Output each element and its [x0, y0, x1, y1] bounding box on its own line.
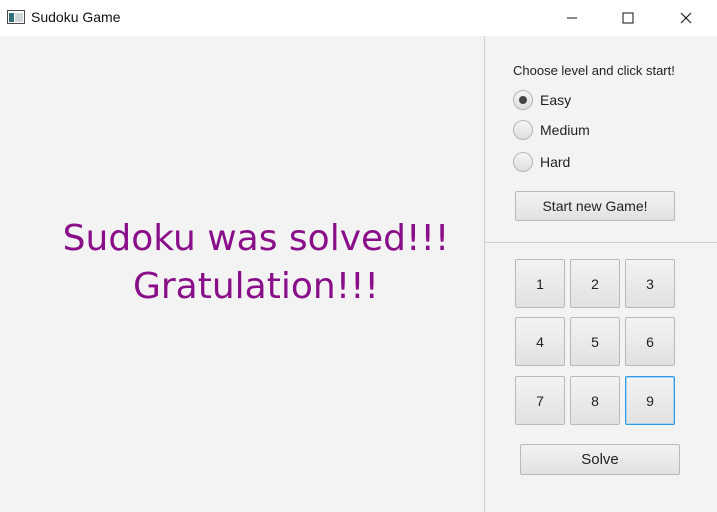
maximize-icon — [622, 12, 634, 24]
radio-medium-circle[interactable] — [513, 120, 533, 140]
title-bar: Sudoku Game — [0, 0, 717, 36]
number-button-7[interactable]: 7 — [515, 376, 565, 425]
app-window-icon — [7, 10, 25, 24]
horizontal-divider — [485, 242, 717, 243]
solved-message-line-1: Sudoku was solved!!! — [62, 218, 450, 259]
start-new-game-button[interactable]: Start new Game! — [515, 191, 675, 221]
number-button-4[interactable]: 4 — [515, 317, 565, 366]
radio-easy-circle[interactable] — [513, 90, 533, 110]
maximize-button[interactable] — [605, 0, 651, 36]
radio-medium-label: Medium — [540, 122, 590, 138]
close-icon — [680, 12, 692, 24]
number-button-3[interactable]: 3 — [625, 259, 675, 308]
close-button[interactable] — [663, 0, 709, 36]
number-button-8[interactable]: 8 — [570, 376, 620, 425]
radio-easy-label: Easy — [540, 92, 572, 108]
radio-hard-circle[interactable] — [513, 152, 533, 172]
board-area: Sudoku was solved!!! Gratulation!!! — [0, 36, 484, 512]
number-button-2[interactable]: 2 — [570, 259, 620, 308]
number-button-5[interactable]: 5 — [570, 317, 620, 366]
number-button-1[interactable]: 1 — [515, 259, 565, 308]
level-radio-easy[interactable]: Easy — [513, 89, 571, 111]
number-button-6[interactable]: 6 — [625, 317, 675, 366]
solved-message-line-2: Gratulation!!! — [132, 266, 379, 307]
solve-button[interactable]: Solve — [520, 444, 680, 475]
minimize-icon — [567, 17, 577, 19]
minimize-button[interactable] — [549, 0, 595, 36]
control-panel: Choose level and click start! Easy Mediu… — [485, 36, 717, 512]
window-title: Sudoku Game — [31, 9, 121, 25]
number-button-9[interactable]: 9 — [625, 376, 675, 425]
solved-message: Sudoku was solved!!! Gratulation!!! — [0, 215, 512, 311]
level-radio-medium[interactable]: Medium — [513, 119, 590, 141]
level-prompt: Choose level and click start! — [513, 63, 675, 78]
level-radio-hard[interactable]: Hard — [513, 151, 570, 173]
radio-hard-label: Hard — [540, 154, 571, 170]
